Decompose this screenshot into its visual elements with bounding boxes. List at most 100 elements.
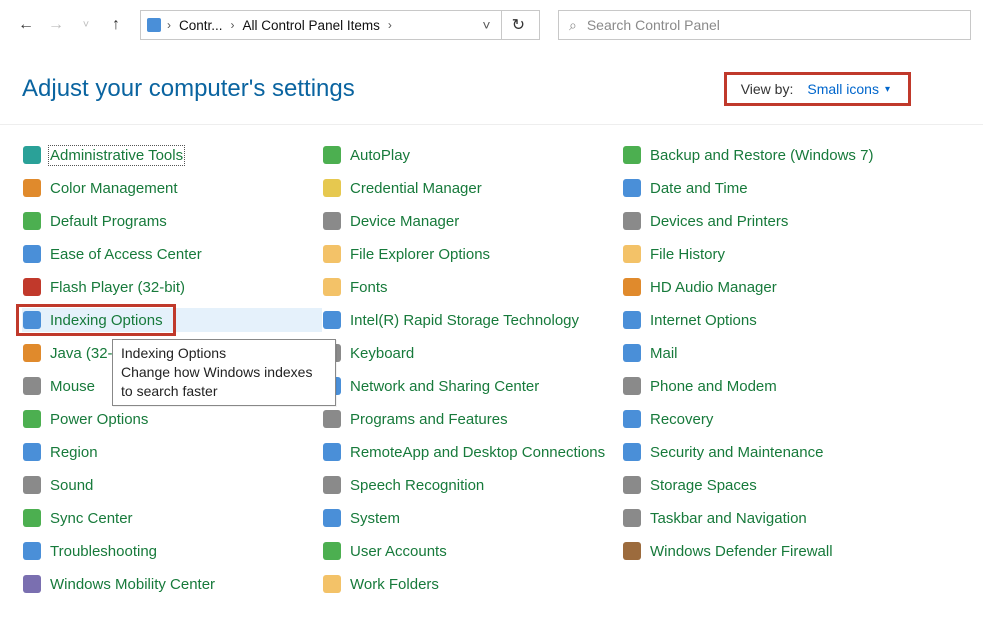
- control-panel-item[interactable]: Taskbar and Navigation: [622, 506, 922, 530]
- item-label: Internet Options: [650, 312, 757, 329]
- search-input[interactable]: [585, 16, 960, 34]
- item-icon: [322, 508, 342, 528]
- control-panel-item[interactable]: AutoPlay: [322, 143, 622, 167]
- chevron-right-icon[interactable]: ›: [386, 18, 394, 32]
- item-label: Device Manager: [350, 213, 459, 230]
- item-icon: [22, 343, 42, 363]
- control-panel-item[interactable]: Phone and Modem: [622, 374, 922, 398]
- control-panel-item[interactable]: Color Management: [22, 176, 322, 200]
- header-row: Adjust your computer's settings View by:…: [0, 50, 983, 106]
- item-label: Mail: [650, 345, 678, 362]
- control-panel-item[interactable]: Device Manager: [322, 209, 622, 233]
- item-icon: [622, 145, 642, 165]
- control-panel-item[interactable]: File Explorer Options: [322, 242, 622, 266]
- control-panel-item[interactable]: Flash Player (32-bit): [22, 275, 322, 299]
- item-label: Network and Sharing Center: [350, 378, 539, 395]
- toolbar: ← → ˅ ↑ › Contr... › All Control Panel I…: [0, 0, 983, 50]
- breadcrumb-current[interactable]: All Control Panel Items: [239, 18, 384, 33]
- address-bar[interactable]: › Contr... › All Control Panel Items › ˅…: [140, 10, 540, 40]
- breadcrumb-root[interactable]: Contr...: [175, 18, 227, 33]
- control-panel-item[interactable]: Windows Mobility Center: [22, 572, 322, 596]
- item-label: RemoteApp and Desktop Connections: [350, 444, 605, 461]
- item-label: Phone and Modem: [650, 378, 777, 395]
- item-label: Default Programs: [50, 213, 167, 230]
- control-panel-item[interactable]: Mail: [622, 341, 922, 365]
- control-panel-item[interactable]: Backup and Restore (Windows 7): [622, 143, 922, 167]
- refresh-icon[interactable]: ↻: [501, 11, 535, 39]
- item-icon: [322, 211, 342, 231]
- item-label: Date and Time: [650, 180, 748, 197]
- item-label: Mouse: [50, 378, 95, 395]
- item-label: Indexing Options: [50, 312, 163, 329]
- item-label: Backup and Restore (Windows 7): [650, 147, 873, 164]
- control-panel-item[interactable]: Intel(R) Rapid Storage Technology: [322, 308, 622, 332]
- item-label: Sound: [50, 477, 93, 494]
- item-icon: [22, 145, 42, 165]
- item-label: Intel(R) Rapid Storage Technology: [350, 312, 579, 329]
- control-panel-item[interactable]: Storage Spaces: [622, 473, 922, 497]
- control-panel-item[interactable]: Indexing Options: [22, 308, 322, 332]
- item-label: Windows Defender Firewall: [650, 543, 833, 560]
- recent-dropdown-icon[interactable]: ˅: [78, 20, 94, 31]
- control-panel-item[interactable]: HD Audio Manager: [622, 275, 922, 299]
- control-panel-item[interactable]: Programs and Features: [322, 407, 622, 431]
- item-label: Color Management: [50, 180, 178, 197]
- search-icon: ⌕: [569, 17, 577, 34]
- control-panel-item[interactable]: Administrative Tools: [22, 143, 322, 167]
- control-panel-item[interactable]: Network and Sharing Center: [322, 374, 622, 398]
- chevron-right-icon[interactable]: ›: [165, 18, 173, 32]
- page-title: Adjust your computer's settings: [22, 75, 355, 103]
- item-icon: [22, 442, 42, 462]
- control-panel-item[interactable]: Keyboard: [322, 341, 622, 365]
- item-icon: [322, 145, 342, 165]
- control-panel-item[interactable]: Default Programs: [22, 209, 322, 233]
- control-panel-item[interactable]: Fonts: [322, 275, 622, 299]
- item-icon: [622, 442, 642, 462]
- item-icon: [322, 178, 342, 198]
- item-label: Programs and Features: [350, 411, 508, 428]
- item-icon: [322, 475, 342, 495]
- nav-arrows: ← → ˅ ↑: [18, 17, 124, 33]
- control-panel-item[interactable]: Work Folders: [322, 572, 622, 596]
- item-icon: [622, 244, 642, 264]
- chevron-right-icon[interactable]: ›: [229, 18, 237, 32]
- control-panel-item[interactable]: Sync Center: [22, 506, 322, 530]
- control-panel-item[interactable]: Date and Time: [622, 176, 922, 200]
- search-box[interactable]: ⌕: [558, 10, 971, 40]
- item-icon: [622, 508, 642, 528]
- item-icon: [622, 376, 642, 396]
- control-panel-item[interactable]: Credential Manager: [322, 176, 622, 200]
- address-dropdown-icon[interactable]: ˅: [474, 17, 498, 33]
- item-label: Devices and Printers: [650, 213, 788, 230]
- control-panel-item[interactable]: Security and Maintenance: [622, 440, 922, 464]
- forward-icon[interactable]: →: [48, 17, 64, 33]
- item-label: Storage Spaces: [650, 477, 757, 494]
- chevron-down-icon[interactable]: ▾: [885, 84, 890, 95]
- control-panel-item[interactable]: Region: [22, 440, 322, 464]
- control-panel-item[interactable]: File History: [622, 242, 922, 266]
- control-panel-item[interactable]: Sound: [22, 473, 322, 497]
- control-panel-item[interactable]: Internet Options: [622, 308, 922, 332]
- item-icon: [22, 475, 42, 495]
- control-panel-item[interactable]: RemoteApp and Desktop Connections: [322, 440, 622, 464]
- up-icon[interactable]: ↑: [108, 17, 124, 33]
- control-panel-item[interactable]: User Accounts: [322, 539, 622, 563]
- control-panel-item[interactable]: Speech Recognition: [322, 473, 622, 497]
- control-panel-item[interactable]: Troubleshooting: [22, 539, 322, 563]
- item-label: Fonts: [350, 279, 388, 296]
- item-label: Recovery: [650, 411, 713, 428]
- item-icon: [322, 310, 342, 330]
- control-panel-item[interactable]: Windows Defender Firewall: [622, 539, 922, 563]
- control-panel-item[interactable]: System: [322, 506, 622, 530]
- view-by-label: View by:: [741, 81, 794, 97]
- item-label: Credential Manager: [350, 180, 482, 197]
- tooltip-body: Change how Windows indexes to search fas…: [121, 363, 327, 401]
- item-label: File History: [650, 246, 725, 263]
- back-icon[interactable]: ←: [18, 17, 34, 33]
- control-panel-item[interactable]: Recovery: [622, 407, 922, 431]
- control-panel-item[interactable]: Ease of Access Center: [22, 242, 322, 266]
- view-by-value[interactable]: Small icons: [807, 81, 879, 97]
- control-panel-item[interactable]: Devices and Printers: [622, 209, 922, 233]
- control-panel-item[interactable]: Power Options: [22, 407, 322, 431]
- view-by-selector[interactable]: View by: Small icons ▾: [724, 72, 911, 106]
